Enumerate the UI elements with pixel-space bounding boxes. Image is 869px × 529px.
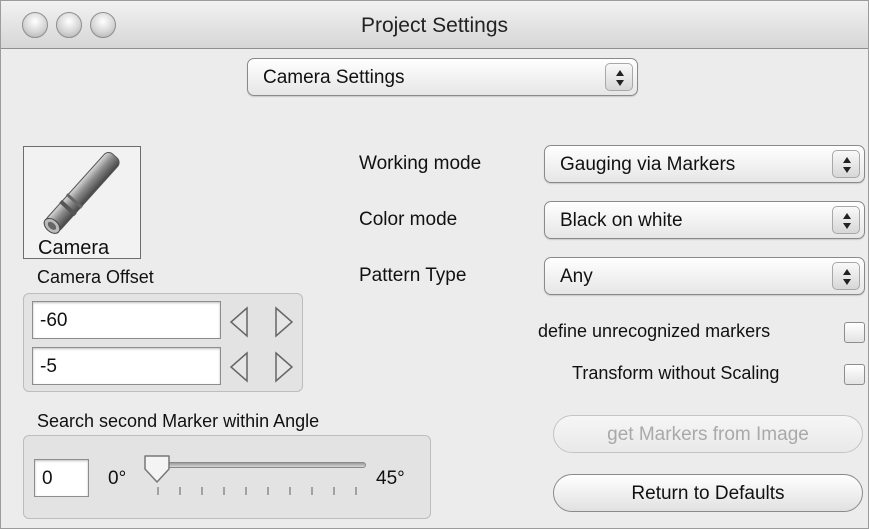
color-mode-label: Color mode <box>359 209 458 230</box>
popup-arrows-icon <box>605 63 633 91</box>
transform-without-scaling-label: Transform without Scaling <box>572 363 780 383</box>
angle-max-label: 45° <box>376 468 405 489</box>
angle-search-label: Search second Marker within Angle <box>37 411 320 431</box>
window-title: Project Settings <box>360 14 509 37</box>
working-mode-label: Working mode <box>359 153 482 174</box>
pattern-type-value: Any <box>560 266 593 287</box>
transform-without-scaling-checkbox[interactable] <box>844 364 865 385</box>
define-unrecognized-checkbox[interactable] <box>844 322 865 343</box>
angle-value-field[interactable]: 0 <box>34 459 89 497</box>
camera-offset-y-field[interactable]: -5 <box>32 347 221 385</box>
project-settings-window: Project Settings Camera Settings Camera … <box>0 0 869 529</box>
slider-knob-icon[interactable] <box>142 453 172 485</box>
arrow-right-icon[interactable] <box>273 306 295 338</box>
settings-page-popup[interactable]: Camera Settings <box>247 58 638 96</box>
color-mode-value: Black on white <box>560 210 683 231</box>
title-bar: Project Settings <box>1 1 868 49</box>
camera-icon-box[interactable]: Camera <box>23 146 141 259</box>
camera-label: Camera <box>38 237 110 259</box>
camera-offset-x-field[interactable]: -60 <box>32 301 221 339</box>
working-mode-popup[interactable]: Gauging via Markers <box>544 145 865 183</box>
get-markers-button[interactable]: get Markers from Image <box>553 415 863 453</box>
popup-arrows-icon <box>832 262 860 290</box>
popup-arrows-icon <box>832 206 860 234</box>
settings-page-value: Camera Settings <box>263 67 405 88</box>
color-mode-popup[interactable]: Black on white <box>544 201 865 239</box>
camera-offset-label: Camera Offset <box>37 267 154 287</box>
arrow-left-icon[interactable] <box>228 306 250 338</box>
popup-arrows-icon <box>832 150 860 178</box>
camera-icon <box>43 151 120 234</box>
arrow-right-icon[interactable] <box>273 351 295 383</box>
define-unrecognized-label: define unrecognized markers <box>538 321 771 341</box>
pattern-type-popup[interactable]: Any <box>544 257 865 295</box>
slider-ticks <box>157 487 357 495</box>
pattern-type-label: Pattern Type <box>359 265 467 286</box>
angle-min-label: 0° <box>108 468 127 489</box>
working-mode-value: Gauging via Markers <box>560 154 736 175</box>
arrow-left-icon[interactable] <box>228 351 250 383</box>
angle-slider-track[interactable] <box>151 462 366 468</box>
return-to-defaults-button[interactable]: Return to Defaults <box>553 474 863 512</box>
